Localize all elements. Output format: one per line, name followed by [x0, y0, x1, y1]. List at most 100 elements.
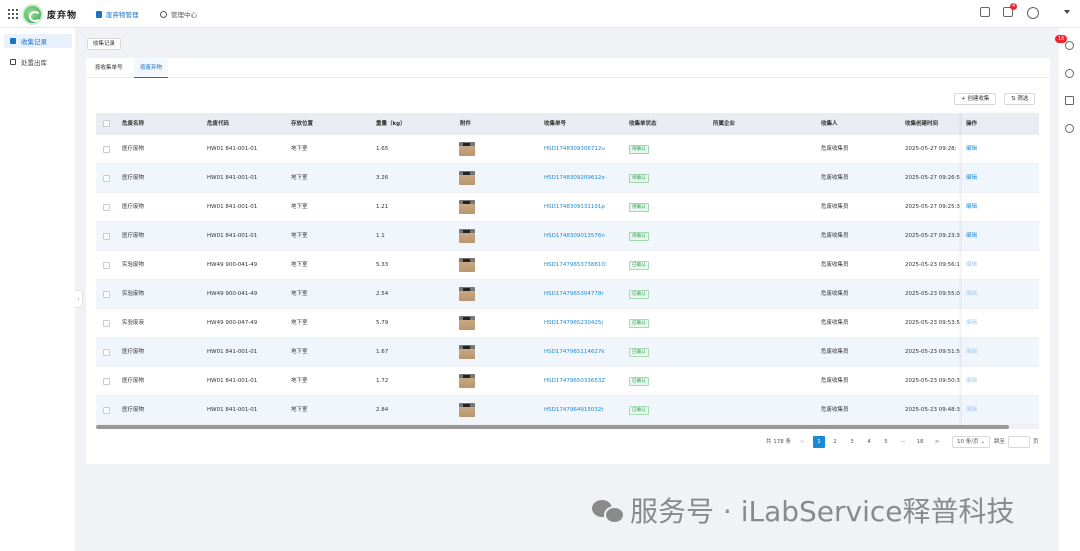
notification-button[interactable]: 4 [1003, 3, 1018, 17]
col-header: 收集创建时间 [905, 121, 939, 127]
cell-collector: 危废收集员 [821, 407, 849, 413]
attachment-thumbnail[interactable] [459, 229, 475, 243]
rail-badge: 16 [1055, 35, 1068, 43]
edit-button[interactable]: 编辑 [966, 280, 977, 309]
user-support-icon[interactable] [1065, 124, 1074, 133]
filter-label: 筛选 [1017, 96, 1029, 102]
bell-icon[interactable] [1065, 41, 1074, 50]
select-all-checkbox[interactable] [103, 120, 110, 127]
page-button[interactable]: 2 [829, 436, 841, 448]
edit-button[interactable]: 编辑 [966, 338, 977, 367]
cell-created-time: 2025-05-23 09:56:1 [905, 262, 960, 268]
brand-name: 废弃物 [47, 11, 78, 21]
scrollbar-thumb[interactable] [96, 425, 1009, 429]
edit-button[interactable]: 编辑 [966, 251, 977, 280]
attachment-thumbnail[interactable] [459, 200, 475, 214]
outbound-icon [10, 59, 16, 65]
table-row: 医疗废物 HW01 841-001-01 地下室 1.21 HSD17483091311… [96, 193, 1039, 222]
goto-page-input[interactable] [1008, 436, 1030, 448]
page-ellipsis[interactable]: ··· [897, 436, 909, 448]
help-icon[interactable] [1065, 69, 1074, 78]
nav-waste-management[interactable]: 废弃物管理 [96, 9, 139, 19]
inbox-icon [980, 7, 990, 17]
row-checkbox[interactable] [103, 291, 110, 298]
row-checkbox[interactable] [103, 146, 110, 153]
table-row: 医疗废物 HW01 841-001-01 地下室 2.84 HSD17479649150… [96, 396, 1039, 425]
horizontal-scrollbar[interactable] [96, 425, 1039, 429]
cell-order-link[interactable]: HSD1747965373881O [544, 251, 606, 280]
row-checkbox[interactable] [103, 175, 110, 182]
sidebar-item-collection-records[interactable]: 收集记录 [4, 34, 72, 48]
cell-order-link[interactable]: HSD1747965114627k [544, 338, 605, 367]
chevron-down-icon[interactable] [1064, 10, 1070, 14]
cell-waste-name: 医疗废物 [122, 146, 145, 152]
edit-button[interactable]: 编辑 [966, 309, 977, 338]
page-button[interactable]: 1 [813, 436, 825, 448]
row-checkbox[interactable] [103, 407, 110, 414]
edit-button[interactable]: 编辑 [966, 193, 977, 222]
create-collection-button[interactable]: + 创建收集 [954, 93, 997, 105]
cell-order-link[interactable]: HSD1748309306712u [544, 135, 605, 164]
attachment-thumbnail[interactable] [459, 287, 475, 301]
next-page-button[interactable]: > [931, 436, 943, 448]
page-tab-collection-records[interactable]: 收集记录 [87, 38, 122, 50]
tab-by-waste[interactable]: 按废弃物 [134, 58, 169, 78]
cell-weight: 1.67 [376, 349, 389, 355]
attachment-thumbnail[interactable] [459, 171, 475, 185]
attachment-thumbnail[interactable] [459, 316, 475, 330]
collapse-sidebar-button[interactable]: ‹ [75, 290, 83, 308]
row-checkbox[interactable] [103, 349, 110, 356]
cell-order-link[interactable]: HSD1747965304778r [544, 280, 604, 309]
inbox-button[interactable] [980, 7, 990, 17]
attachment-thumbnail[interactable] [459, 142, 475, 156]
col-header: 危废代码 [207, 121, 230, 127]
filter-button[interactable]: ⇅ 筛选 [1004, 93, 1036, 105]
page-button[interactable]: 4 [863, 436, 875, 448]
sidebar-item-disposal-outbound[interactable]: 处置出库 [4, 55, 72, 69]
row-checkbox[interactable] [103, 320, 110, 327]
page-size-select[interactable]: 10 条/页 ⌄ [952, 436, 990, 448]
cell-waste-code: HW49 900-041-49 [207, 262, 258, 268]
edit-button[interactable]: 编辑 [966, 135, 977, 164]
cell-created-time: 2025-05-27 09:26:5 [905, 175, 960, 181]
cell-order-link[interactable]: HSD1747965033653Z [544, 367, 605, 396]
cell-waste-code: HW01 841-001-01 [207, 378, 258, 384]
row-checkbox[interactable] [103, 204, 110, 211]
attachment-thumbnail[interactable] [459, 403, 475, 417]
cell-waste-code: HW01 841-001-01 [207, 175, 258, 181]
cell-collector: 危废收集员 [821, 175, 849, 181]
page-button[interactable]: 18 [914, 436, 926, 448]
attachment-thumbnail[interactable] [459, 258, 475, 272]
avatar[interactable] [1027, 7, 1039, 19]
cell-waste-name: 实验废物 [122, 262, 145, 268]
page-button[interactable]: 3 [846, 436, 858, 448]
prev-page-button[interactable]: < [796, 436, 808, 448]
nav-management-center[interactable]: 管理中心 [160, 9, 197, 19]
cell-order-link[interactable]: HSD1747965230425j [544, 309, 603, 338]
row-checkbox[interactable] [103, 378, 110, 385]
cell-order-link[interactable]: HSD1748309209612o [544, 164, 605, 193]
table-row: 医疗废物 HW01 841-001-01 地下室 1.67 HSD17479651146… [96, 338, 1039, 367]
apps-grid-icon[interactable] [8, 9, 18, 19]
attachment-thumbnail[interactable] [459, 345, 475, 359]
document-icon[interactable] [1065, 96, 1074, 105]
wechat-icon [592, 498, 625, 524]
cell-collector: 危废收集员 [821, 146, 849, 152]
page-button[interactable]: 5 [880, 436, 892, 448]
row-checkbox[interactable] [103, 262, 110, 269]
gear-icon [160, 10, 167, 18]
edit-button[interactable]: 编辑 [966, 396, 977, 425]
cell-waste-name: 医疗废物 [122, 349, 145, 355]
cell-created-time: 2025-05-23 09:55:0 [905, 291, 960, 297]
cell-order-link[interactable]: HSD1748309013576n [544, 222, 605, 251]
attachment-thumbnail[interactable] [459, 374, 475, 388]
cell-location: 地下室 [291, 378, 308, 384]
tab-by-order[interactable]: 按收集单号 [89, 58, 129, 78]
edit-button[interactable]: 编辑 [966, 367, 977, 396]
cell-order-link[interactable]: HSD1747964915032t [544, 396, 604, 425]
cell-weight: 5.79 [376, 320, 389, 326]
edit-button[interactable]: 编辑 [966, 164, 977, 193]
edit-button[interactable]: 编辑 [966, 222, 977, 251]
cell-order-link[interactable]: HSD1748309131191p [544, 193, 605, 222]
row-checkbox[interactable] [103, 233, 110, 240]
